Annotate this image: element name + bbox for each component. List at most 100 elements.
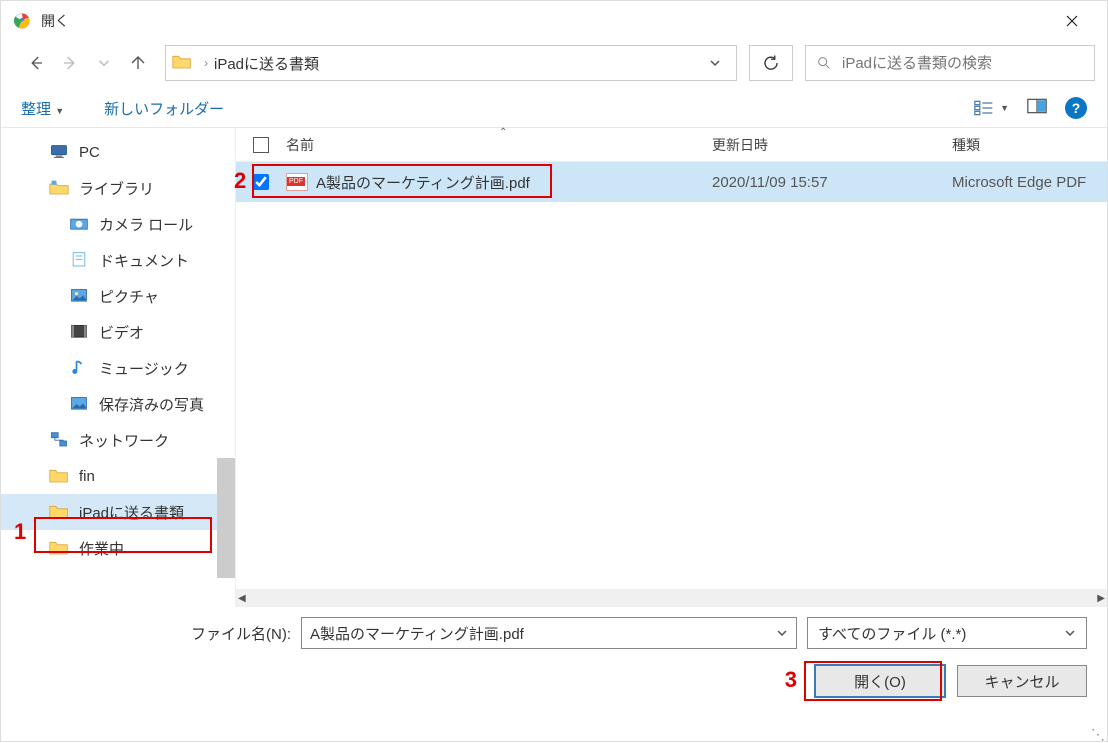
callout-number-3: 3	[785, 667, 797, 693]
close-icon	[1066, 15, 1078, 27]
main-split: PC ライブラリカメラ ロールドキュメントピクチャビデオミュージック保存済みの写真…	[1, 127, 1107, 607]
filename-label: ファイル名(N):	[21, 623, 301, 644]
pdf-file-icon	[286, 173, 308, 191]
cancel-button[interactable]: キャンセル	[957, 665, 1087, 697]
organize-menu[interactable]: 整理 ▼	[21, 98, 64, 119]
chrome-icon	[13, 12, 31, 30]
doc-icon	[69, 251, 89, 269]
refresh-button[interactable]	[749, 45, 793, 81]
column-header-type[interactable]: 種類	[952, 135, 1107, 155]
column-header-date[interactable]: 更新日時	[712, 135, 952, 155]
tree-item[interactable]: ビデオ	[1, 314, 235, 350]
file-type: Microsoft Edge PDF	[952, 174, 1107, 191]
breadcrumb-current: iPadに送る書類	[214, 53, 700, 74]
folder-icon	[49, 539, 69, 557]
tree-item-label: ミュージック	[99, 358, 189, 379]
select-all-checkbox[interactable]	[253, 137, 269, 153]
callout-number-2: 2	[234, 168, 246, 194]
refresh-icon	[762, 54, 780, 72]
file-name: A製品のマーケティング計画.pdf	[316, 172, 530, 193]
camera-icon	[69, 215, 89, 233]
file-list: ⌃名前 更新日時 種類 2 A製品のマーケティング計画.pdf2020/11/0…	[235, 128, 1107, 607]
folder-icon	[49, 503, 69, 521]
tree-item[interactable]: 作業中	[1, 530, 235, 566]
close-button[interactable]	[1049, 5, 1095, 37]
pc-icon	[49, 143, 69, 161]
tree-item-label: ピクチャ	[99, 286, 159, 307]
callout-number-1: 1	[14, 519, 26, 545]
tree-scrollbar-thumb[interactable]	[217, 458, 235, 578]
help-button[interactable]: ?	[1065, 97, 1087, 119]
sort-indicator-icon: ⌃	[499, 127, 507, 138]
pic-icon	[69, 287, 89, 305]
tree-item[interactable]: iPadに送る書類	[1, 494, 235, 530]
folder-icon	[172, 53, 192, 73]
arrow-up-icon	[129, 54, 147, 72]
tree-item[interactable]: ライブラリ	[1, 170, 235, 206]
nav-up-button[interactable]	[123, 48, 153, 78]
preview-pane-button[interactable]	[1027, 97, 1047, 119]
address-bar[interactable]: › iPadに送る書類	[165, 45, 737, 81]
window-title: 開く	[41, 11, 69, 31]
view-controls: ▼ ?	[974, 97, 1087, 119]
preview-pane-icon	[1027, 97, 1047, 115]
network-icon	[49, 431, 69, 449]
file-type-value: すべてのファイル (*.*)	[818, 623, 966, 644]
arrow-right-icon	[61, 54, 79, 72]
chevron-down-icon	[1064, 627, 1076, 639]
tree-item-label: 保存済みの写真	[99, 394, 204, 415]
chevron-down-icon	[776, 627, 788, 639]
filename-input[interactable]: A製品のマーケティング計画.pdf	[301, 617, 797, 649]
resize-grip[interactable]	[1091, 725, 1105, 739]
file-rows: 2 A製品のマーケティング計画.pdf2020/11/09 15:57Micro…	[236, 162, 1107, 589]
tree-item-label: ドキュメント	[99, 250, 189, 271]
horizontal-scrollbar[interactable]: ◀ ▶	[236, 589, 1107, 607]
tree-item[interactable]: fin	[1, 458, 235, 494]
tree-item-label: ビデオ	[99, 322, 144, 343]
footer: ファイル名(N): A製品のマーケティング計画.pdf すべてのファイル (*.…	[1, 607, 1107, 697]
tree-item-label: 作業中	[79, 538, 124, 559]
tree-item[interactable]: ネットワーク	[1, 422, 235, 458]
tree-item-label: カメラ ロール	[99, 214, 193, 235]
video-icon	[69, 323, 89, 341]
file-row[interactable]: A製品のマーケティング計画.pdf2020/11/09 15:57Microso…	[236, 162, 1107, 202]
arrow-left-icon	[27, 54, 45, 72]
toolbar: 整理 ▼ 新しいフォルダー ▼ ?	[1, 91, 1107, 127]
chevron-down-icon	[709, 57, 721, 69]
tree-item[interactable]: PC	[1, 134, 235, 170]
tree-item[interactable]: 保存済みの写真	[1, 386, 235, 422]
tree-item-label: iPadに送る書類	[79, 502, 184, 523]
breadcrumb-separator: ›	[204, 56, 208, 70]
nav-row: › iPadに送る書類	[1, 41, 1107, 91]
tree-item-label: fin	[79, 468, 95, 485]
details-view-icon	[974, 99, 994, 117]
row-checkbox[interactable]	[253, 174, 269, 190]
search-icon	[816, 55, 832, 71]
column-headers: ⌃名前 更新日時 種類	[236, 128, 1107, 162]
file-type-filter[interactable]: すべてのファイル (*.*)	[807, 617, 1087, 649]
open-button[interactable]: 開く(O)	[815, 665, 945, 697]
library-icon	[49, 179, 69, 197]
tree-item[interactable]: ドキュメント	[1, 242, 235, 278]
tree-item[interactable]: ミュージック	[1, 350, 235, 386]
address-dropdown-button[interactable]	[700, 57, 730, 69]
new-folder-button[interactable]: 新しいフォルダー	[104, 98, 224, 119]
nav-tree[interactable]: PC ライブラリカメラ ロールドキュメントピクチャビデオミュージック保存済みの写真…	[1, 128, 235, 607]
music-icon	[69, 359, 89, 377]
chevron-down-icon	[95, 54, 113, 72]
nav-back-button[interactable]	[21, 48, 51, 78]
search-box[interactable]	[805, 45, 1095, 81]
tree-item-label: PC	[79, 144, 100, 161]
recent-locations-button[interactable]	[89, 48, 119, 78]
title-bar: 開く	[1, 1, 1107, 41]
saved-icon	[69, 395, 89, 413]
folder-icon	[49, 467, 69, 485]
tree-item-label: ライブラリ	[79, 178, 154, 199]
column-header-name[interactable]: ⌃名前	[286, 135, 712, 155]
tree-item[interactable]: ピクチャ	[1, 278, 235, 314]
tree-item[interactable]: カメラ ロール	[1, 206, 235, 242]
filename-value: A製品のマーケティング計画.pdf	[310, 623, 524, 644]
search-input[interactable]	[842, 55, 1084, 72]
view-mode-button[interactable]: ▼	[974, 99, 1009, 117]
nav-forward-button[interactable]	[55, 48, 85, 78]
